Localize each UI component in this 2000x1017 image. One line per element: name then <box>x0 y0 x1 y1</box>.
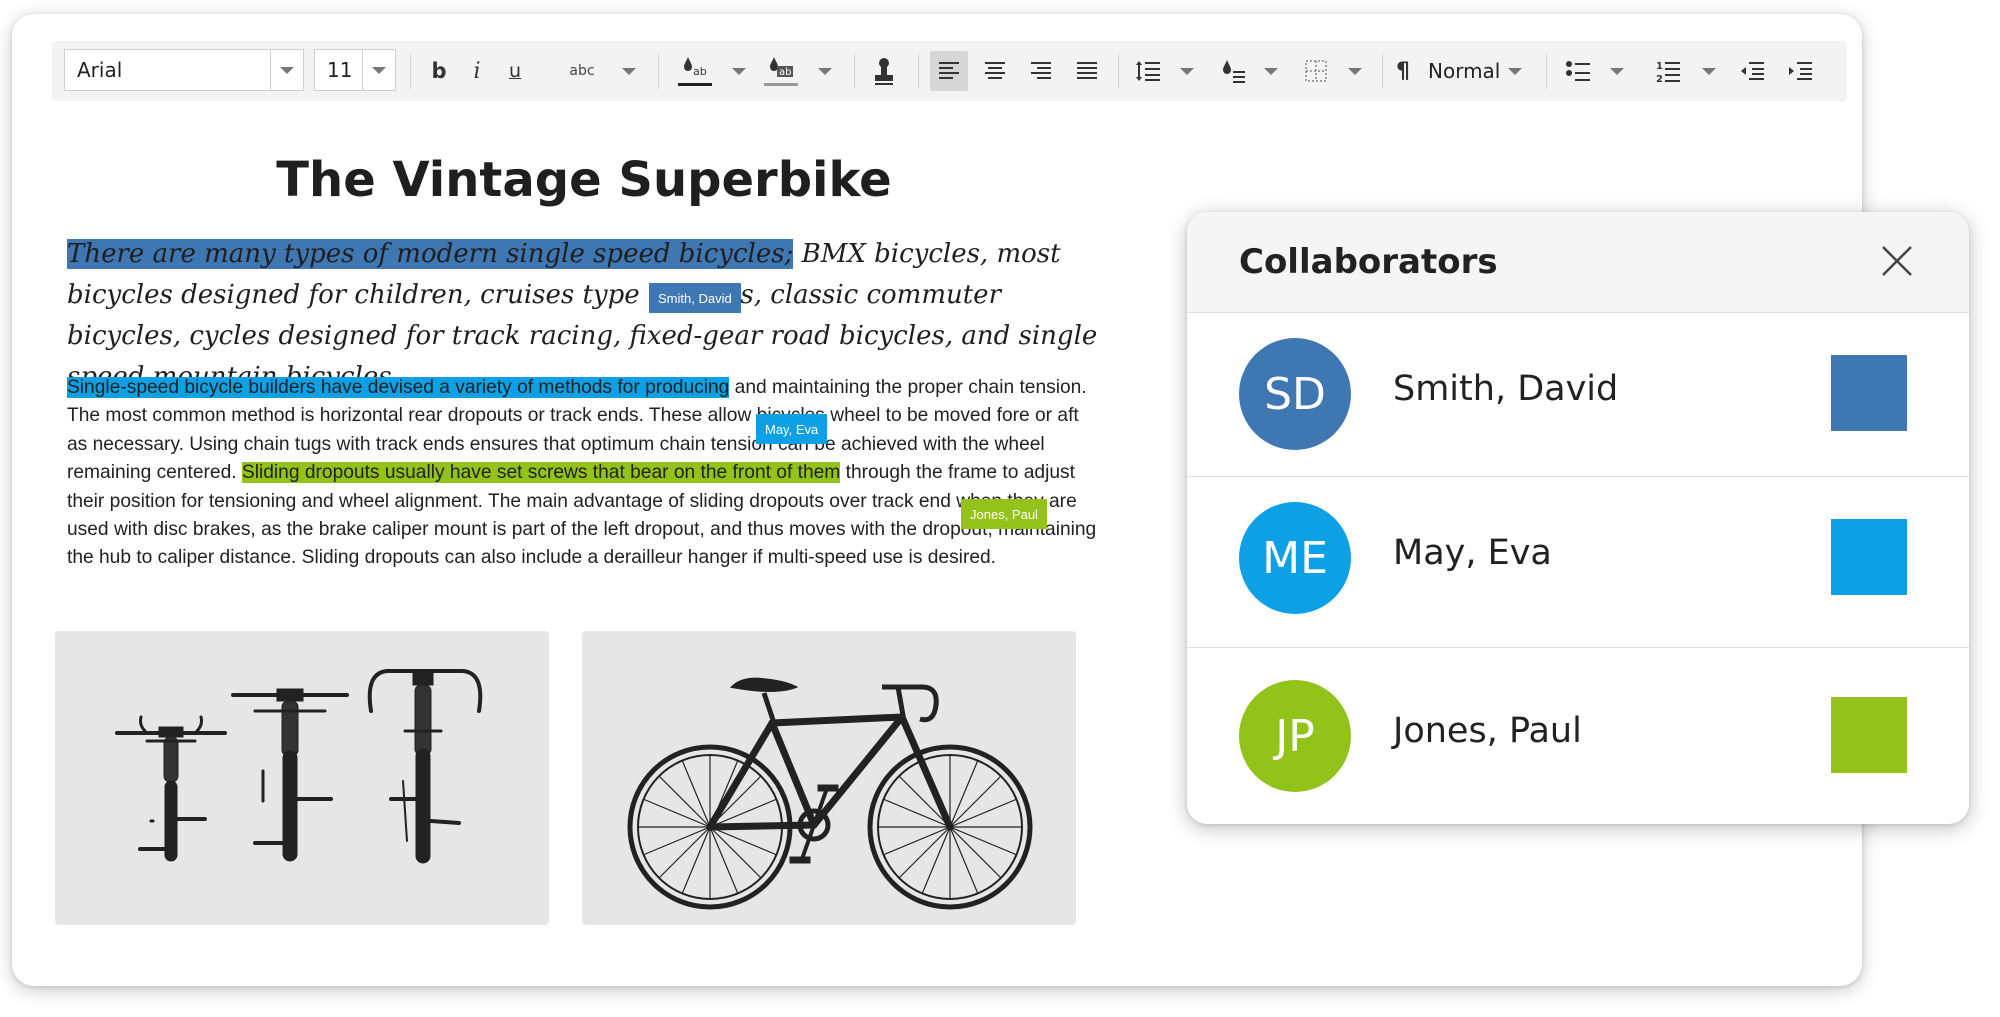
line-spacing-icon <box>1136 61 1160 81</box>
borders-button[interactable] <box>1296 51 1336 91</box>
collaborator-color-swatch[interactable] <box>1831 355 1907 431</box>
align-left-icon <box>939 62 959 79</box>
collaborator-row[interactable]: ME May, Eva <box>1187 477 1969 648</box>
underline-button[interactable]: u <box>498 51 532 91</box>
bicycle-front-icon <box>115 669 483 864</box>
numbered-list-icon: 1 2 <box>1656 61 1680 84</box>
font-size-value: 11 <box>327 58 353 82</box>
chevron-down-icon[interactable] <box>1348 68 1362 75</box>
bicycle-side-icon <box>627 677 1033 910</box>
body-paragraph[interactable]: Single-speed bicycle builders have devis… <box>67 374 1102 573</box>
justify-button[interactable] <box>1068 51 1106 91</box>
formatting-toolbar: Arial 11 b i u abc ab ab ¶ Normal 1 2 <box>52 41 1847 101</box>
strikethrough-button[interactable]: abc <box>560 51 604 91</box>
italic-button[interactable]: i <box>460 51 494 91</box>
cursor-tag-smith-david: Smith, David <box>649 283 741 313</box>
toolbar-divider <box>410 53 411 89</box>
align-right-button[interactable] <box>1022 51 1060 91</box>
bikes-front-view-image[interactable] <box>55 631 549 925</box>
font-size-select[interactable]: 11 <box>314 49 396 91</box>
svg-text:ab: ab <box>779 67 791 78</box>
align-justify-icon <box>1077 62 1097 79</box>
toolbar-divider <box>918 53 919 89</box>
collaborator-row[interactable]: JP Jones, Paul <box>1187 648 1969 824</box>
avatar: SD <box>1239 338 1351 450</box>
document-title[interactable]: The Vintage Superbike <box>52 152 1116 208</box>
avatar: ME <box>1239 502 1351 614</box>
numbered-list-button[interactable]: 1 2 <box>1648 51 1688 91</box>
chevron-down-icon[interactable] <box>818 68 832 75</box>
stamp-icon <box>875 58 893 85</box>
paragraph-shading-button[interactable] <box>1212 51 1252 91</box>
paragraph-style-select[interactable]: ¶ Normal <box>1390 51 1560 91</box>
line-spacing-button[interactable] <box>1128 51 1168 91</box>
collaborators-panel: Collaborators SD Smith, David ME May, Ev… <box>1187 212 1969 824</box>
highlight-color-button[interactable]: ab <box>760 51 800 91</box>
toolbar-divider <box>854 53 855 89</box>
svg-text:2: 2 <box>1656 74 1663 84</box>
italic-icon: i <box>473 58 481 84</box>
decrease-indent-button[interactable] <box>1732 51 1772 91</box>
collaborator-name: May, Eva <box>1393 533 1552 573</box>
align-center-icon <box>985 62 1005 79</box>
highlight-smith-david[interactable]: There are many types of modern single sp… <box>67 239 794 269</box>
bold-button[interactable]: b <box>422 51 456 91</box>
highlight-icon: ab <box>764 57 798 86</box>
collaborators-header: Collaborators <box>1187 212 1969 313</box>
close-button[interactable] <box>1878 242 1916 280</box>
road-bike-side-image[interactable] <box>582 631 1076 925</box>
chevron-down-icon[interactable] <box>362 50 395 90</box>
align-right-icon <box>1031 62 1051 79</box>
format-painter-button[interactable] <box>864 51 904 91</box>
bullet-list-icon <box>1566 61 1590 81</box>
collaborator-name: Jones, Paul <box>1393 711 1582 751</box>
underline-icon: u <box>508 60 522 82</box>
chevron-down-icon[interactable] <box>732 68 746 75</box>
text-color-button[interactable]: ab <box>674 51 714 91</box>
indent-icon <box>1789 62 1812 80</box>
strikethrough-icon: abc <box>569 63 595 79</box>
increase-indent-button[interactable] <box>1780 51 1820 91</box>
chevron-down-icon[interactable] <box>1264 68 1278 75</box>
toolbar-divider <box>1546 53 1547 89</box>
align-center-button[interactable] <box>976 51 1014 91</box>
font-family-value: Arial <box>77 58 123 82</box>
outdent-icon <box>1741 62 1764 80</box>
borders-icon <box>1305 60 1327 82</box>
chevron-down-icon[interactable] <box>622 68 636 75</box>
chevron-down-icon[interactable] <box>1610 68 1624 75</box>
bulleted-list-button[interactable] <box>1558 51 1598 91</box>
chevron-down-icon[interactable] <box>1702 68 1716 75</box>
collaborator-name: Smith, David <box>1393 369 1619 409</box>
toolbar-divider <box>1118 53 1119 89</box>
collaborator-color-swatch[interactable] <box>1831 519 1907 595</box>
cursor-tag-may-eva: May, Eva <box>756 414 828 444</box>
close-icon <box>1882 246 1912 276</box>
highlight-may-eva[interactable]: Single-speed bicycle builders have devis… <box>67 377 730 398</box>
paragraph-style-value: Normal <box>1428 59 1501 83</box>
font-family-select[interactable]: Arial <box>64 49 304 91</box>
chevron-down-icon[interactable] <box>270 50 303 90</box>
chevron-down-icon[interactable] <box>1180 68 1194 75</box>
font-color-icon: ab <box>678 57 712 86</box>
highlight-jones-paul[interactable]: Sliding dropouts usually have set screws… <box>241 462 841 484</box>
svg-text:ab: ab <box>693 65 707 78</box>
bold-icon: b <box>431 59 447 83</box>
toolbar-divider <box>1382 53 1383 89</box>
pilcrow-icon: ¶ <box>1396 58 1410 84</box>
collaborator-color-swatch[interactable] <box>1831 697 1907 773</box>
collaborators-title: Collaborators <box>1239 242 1498 282</box>
svg-text:1: 1 <box>1656 61 1663 72</box>
chevron-down-icon[interactable] <box>1508 68 1522 75</box>
toolbar-divider <box>658 53 659 89</box>
avatar: JP <box>1239 680 1351 792</box>
align-left-button[interactable] <box>930 51 968 91</box>
shading-icon <box>1223 60 1245 83</box>
cursor-tag-jones-paul: Jones, Paul <box>961 499 1047 529</box>
collaborator-row[interactable]: SD Smith, David <box>1187 313 1969 477</box>
